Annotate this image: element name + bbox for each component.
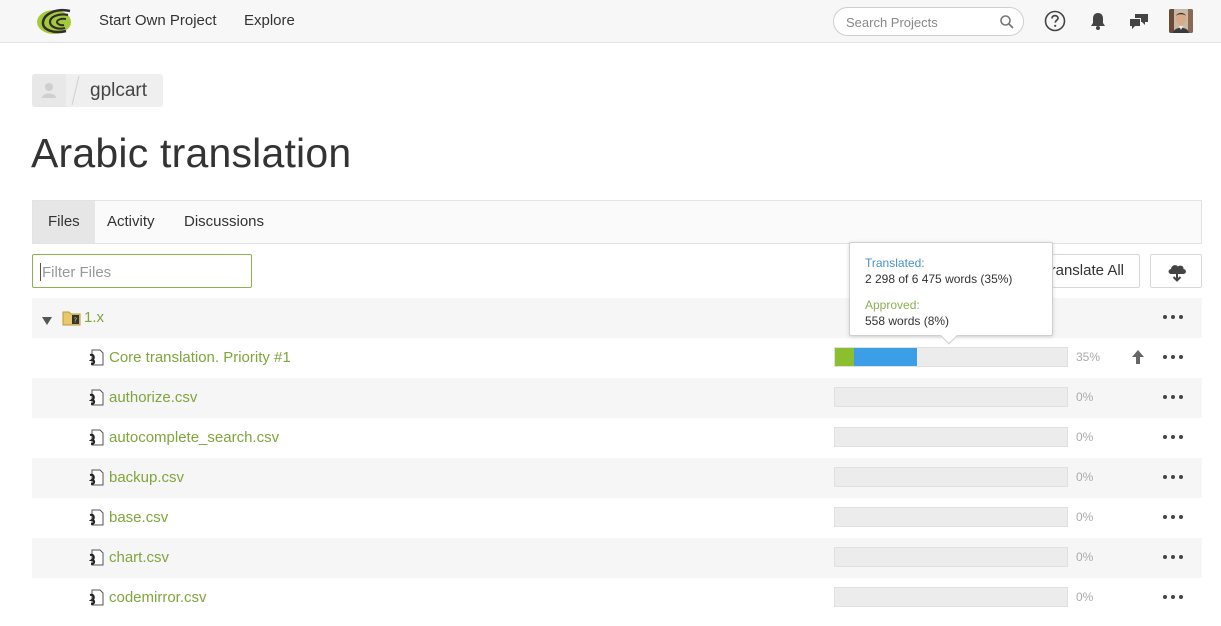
file-more-menu-icon[interactable] [1163, 550, 1183, 564]
filter-files-box [32, 254, 252, 288]
file-row[interactable]: authorize.csv 0% [32, 378, 1202, 418]
file-row[interactable]: Core translation. Priority #1 35% [32, 338, 1202, 378]
progress-percent: 0% [1076, 470, 1094, 484]
file-icon [88, 509, 104, 526]
bell-icon[interactable] [1087, 10, 1109, 32]
collapse-triangle-icon[interactable] [42, 313, 52, 325]
folder-more-menu-icon[interactable] [1163, 310, 1183, 324]
translation-progress-bar[interactable] [834, 427, 1068, 447]
folder-name[interactable]: 1.x [84, 309, 104, 326]
translation-progress-bar[interactable] [834, 587, 1068, 607]
progress-percent: 0% [1076, 510, 1094, 524]
filter-files-input[interactable] [40, 263, 240, 281]
progress-tooltip: Translated: 2 298 of 6 475 words (35%) A… [849, 242, 1053, 345]
download-button[interactable] [1150, 254, 1202, 288]
tooltip-translated-label: Translated: [865, 256, 925, 270]
file-name-link[interactable]: chart.csv [109, 549, 169, 566]
translation-progress-bar[interactable] [834, 347, 1068, 367]
file-icon [88, 389, 104, 406]
file-more-menu-icon[interactable] [1163, 470, 1183, 484]
file-name-link[interactable]: Core translation. Priority #1 [109, 349, 291, 366]
translated-progress-fill [854, 348, 917, 366]
file-row[interactable]: chart.csv 0% [32, 538, 1202, 578]
tab-files[interactable]: Files [33, 201, 95, 243]
file-name-link[interactable]: autocomplete_search.csv [109, 429, 279, 446]
search-box [833, 7, 1024, 36]
file-row[interactable]: autocomplete_search.csv 0% [32, 418, 1202, 458]
file-more-menu-icon[interactable] [1163, 590, 1183, 604]
file-icon [88, 549, 104, 566]
tab-discussions[interactable]: Discussions [169, 201, 279, 243]
breadcrumb-separator [68, 74, 84, 107]
file-icon [88, 469, 104, 486]
tooltip-approved-label: Approved: [865, 298, 920, 312]
tab-activity[interactable]: Activity [92, 201, 170, 243]
approved-progress-fill [835, 348, 854, 366]
project-owner-avatar-icon[interactable] [32, 74, 66, 107]
translation-progress-bar[interactable] [834, 547, 1068, 567]
folder-icon: ? [62, 309, 82, 326]
explore-link[interactable]: Explore [244, 12, 295, 29]
chat-bubbles-icon[interactable] [1128, 10, 1150, 32]
translation-progress-bar[interactable] [834, 467, 1068, 487]
breadcrumb-project-link[interactable]: gplcart [90, 80, 147, 102]
progress-percent: 35% [1076, 350, 1101, 364]
tooltip-translated-value: 2 298 of 6 475 words (35%) [865, 272, 1013, 286]
file-name-link[interactable]: base.csv [109, 509, 168, 526]
file-more-menu-icon[interactable] [1163, 390, 1183, 404]
page-title: Arabic translation [31, 130, 352, 176]
crowdin-logo-icon[interactable] [34, 6, 74, 36]
breadcrumb: gplcart [32, 74, 163, 107]
file-icon [88, 349, 104, 366]
file-row[interactable]: base.csv 0% [32, 498, 1202, 538]
file-row[interactable]: backup.csv 0% [32, 458, 1202, 498]
tab-bar: Files Activity Discussions [32, 200, 1202, 244]
progress-percent: 0% [1076, 430, 1094, 444]
search-icon[interactable] [999, 14, 1015, 30]
translation-progress-bar[interactable] [834, 387, 1068, 407]
start-own-project-link[interactable]: Start Own Project [99, 12, 217, 29]
tooltip-approved-value: 558 words (8%) [865, 314, 950, 328]
file-name-link[interactable]: backup.csv [109, 469, 184, 486]
file-more-menu-icon[interactable] [1163, 430, 1183, 444]
user-avatar[interactable] [1169, 9, 1193, 33]
file-more-menu-icon[interactable] [1163, 350, 1183, 364]
file-name-link[interactable]: codemirror.csv [109, 589, 207, 606]
file-icon [88, 589, 104, 606]
top-navigation-bar: Start Own Project Explore [0, 0, 1221, 43]
svg-text:?: ? [74, 317, 78, 325]
file-name-link[interactable]: authorize.csv [109, 389, 197, 406]
search-input[interactable] [846, 14, 996, 30]
cloud-download-icon [1168, 265, 1186, 282]
help-icon[interactable] [1044, 10, 1066, 32]
progress-percent: 0% [1076, 590, 1094, 604]
file-icon [88, 429, 104, 446]
translation-progress-bar[interactable] [834, 507, 1068, 527]
file-more-menu-icon[interactable] [1163, 510, 1183, 524]
progress-percent: 0% [1076, 550, 1094, 564]
upload-arrow-icon[interactable] [1131, 349, 1145, 365]
progress-percent: 0% [1076, 390, 1094, 404]
file-row[interactable]: codemirror.csv 0% [32, 578, 1202, 618]
